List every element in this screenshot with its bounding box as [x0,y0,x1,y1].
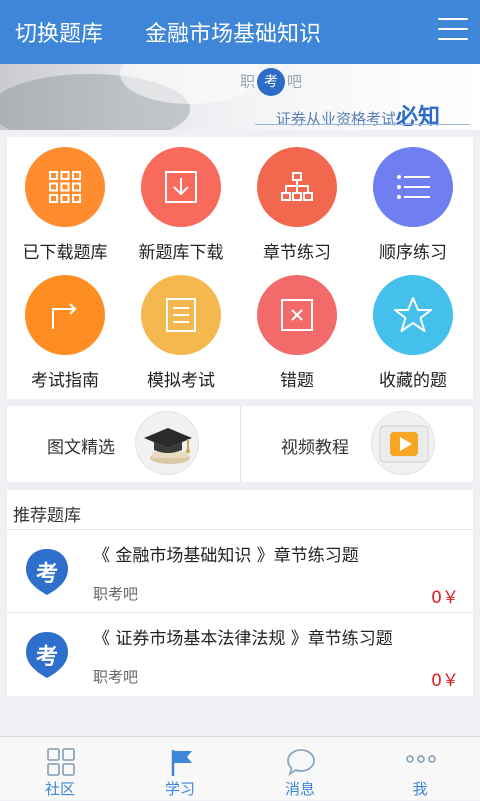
banner-tagline: 证券从业资格考试必知 [276,105,441,130]
video-tutorial-label: 视频教程 [281,438,349,458]
list-item[interactable]: 考 《 证券市场基本法律法规 》章节练习题 职考吧 0￥ [7,614,473,696]
grid-item-label: 顺序练习 [379,243,447,263]
recommended-header: 推荐题库 [7,490,473,530]
community-icon [46,747,76,777]
item-price: 0￥ [431,671,459,691]
star-icon [373,275,453,355]
grid-item-exam-guide[interactable]: 考试指南 [7,265,123,393]
download-icon [141,147,221,227]
hamburger-menu-icon[interactable] [438,18,468,42]
top-bar: 切换题库 金融市场基础知识 [0,0,480,64]
tab-label: 我 [412,780,428,798]
item-price: 0￥ [431,588,459,608]
brand-circle: 考 [257,68,286,96]
tab-label: 学习 [164,780,195,798]
exam-badge-icon: 考 [24,547,70,597]
grid-item-label: 收藏的题 [379,371,447,391]
grid-item-label: 新题库下载 [138,243,224,263]
list-icon [373,147,453,227]
video-tutorial-button[interactable]: 视频教程 [241,406,474,482]
grid-item-label: 考试指南 [31,371,99,391]
tree-icon [257,147,337,227]
flag-icon [166,747,196,777]
item-title: 《 金融市场基础知识 》章节练习题 [93,546,359,566]
document-icon [141,275,221,355]
grid-item-downloaded[interactable]: 已下载题库 [7,137,123,265]
list-divider [7,612,473,613]
exam-badge-icon: 考 [24,630,70,680]
item-title: 《 证券市场基本法律法规 》章节练习题 [93,629,393,649]
graphic-selection-label: 图文精选 [47,438,115,458]
tab-me[interactable]: 我 [360,737,480,801]
video-play-icon [371,411,435,475]
banner-brand-logo: 职考吧 [240,68,302,96]
tab-study[interactable]: 学习 [120,737,240,801]
feature-grid: 已下载题库 新题库下载 章节练习 顺序练习 考试指南 模拟考试 错题 收藏的题 [7,137,473,399]
chat-bubble-icon [286,747,316,777]
more-dots-icon [406,747,436,777]
tab-community[interactable]: 社区 [0,737,120,801]
banner-underline [255,124,470,125]
graduation-cap-icon [135,411,199,475]
grid-item-label: 错题 [280,371,314,391]
item-source: 职考吧 [93,668,139,686]
grid-item-new-download[interactable]: 新题库下载 [123,137,239,265]
grid-icon [25,147,105,227]
recommended-section: 推荐题库 考 《 金融市场基础知识 》章节练习题 职考吧 0￥ 考 《 证券市场… [7,490,473,696]
arrow-turn-icon [25,275,105,355]
tab-label: 消息 [284,780,315,798]
grid-item-wrong-questions[interactable]: 错题 [239,265,355,393]
switch-bank-button[interactable]: 切换题库 [15,16,103,48]
grid-item-favorites[interactable]: 收藏的题 [355,265,471,393]
x-box-icon [257,275,337,355]
tab-label: 社区 [44,780,75,798]
grid-item-label: 已下载题库 [22,243,108,263]
grid-item-label: 模拟考试 [147,371,215,391]
grid-item-chapter-practice[interactable]: 章节练习 [239,137,355,265]
bottom-tab-bar: 社区 学习 消息 我 [0,736,480,800]
media-section: 图文精选 视频教程 [7,406,473,482]
list-item[interactable]: 考 《 金融市场基础知识 》章节练习题 职考吧 0￥ [7,531,473,613]
promo-banner[interactable]: 职考吧 证券从业资格考试必知 [0,64,480,130]
graphic-selection-button[interactable]: 图文精选 [7,406,240,482]
item-source: 职考吧 [93,585,139,603]
grid-item-mock-exam[interactable]: 模拟考试 [123,265,239,393]
section-title: 推荐题库 [13,506,81,526]
page-title: 金融市场基础知识 [145,22,322,47]
grid-item-label: 章节练习 [263,243,331,263]
tab-messages[interactable]: 消息 [240,737,360,801]
grid-item-sequential[interactable]: 顺序练习 [355,137,471,265]
